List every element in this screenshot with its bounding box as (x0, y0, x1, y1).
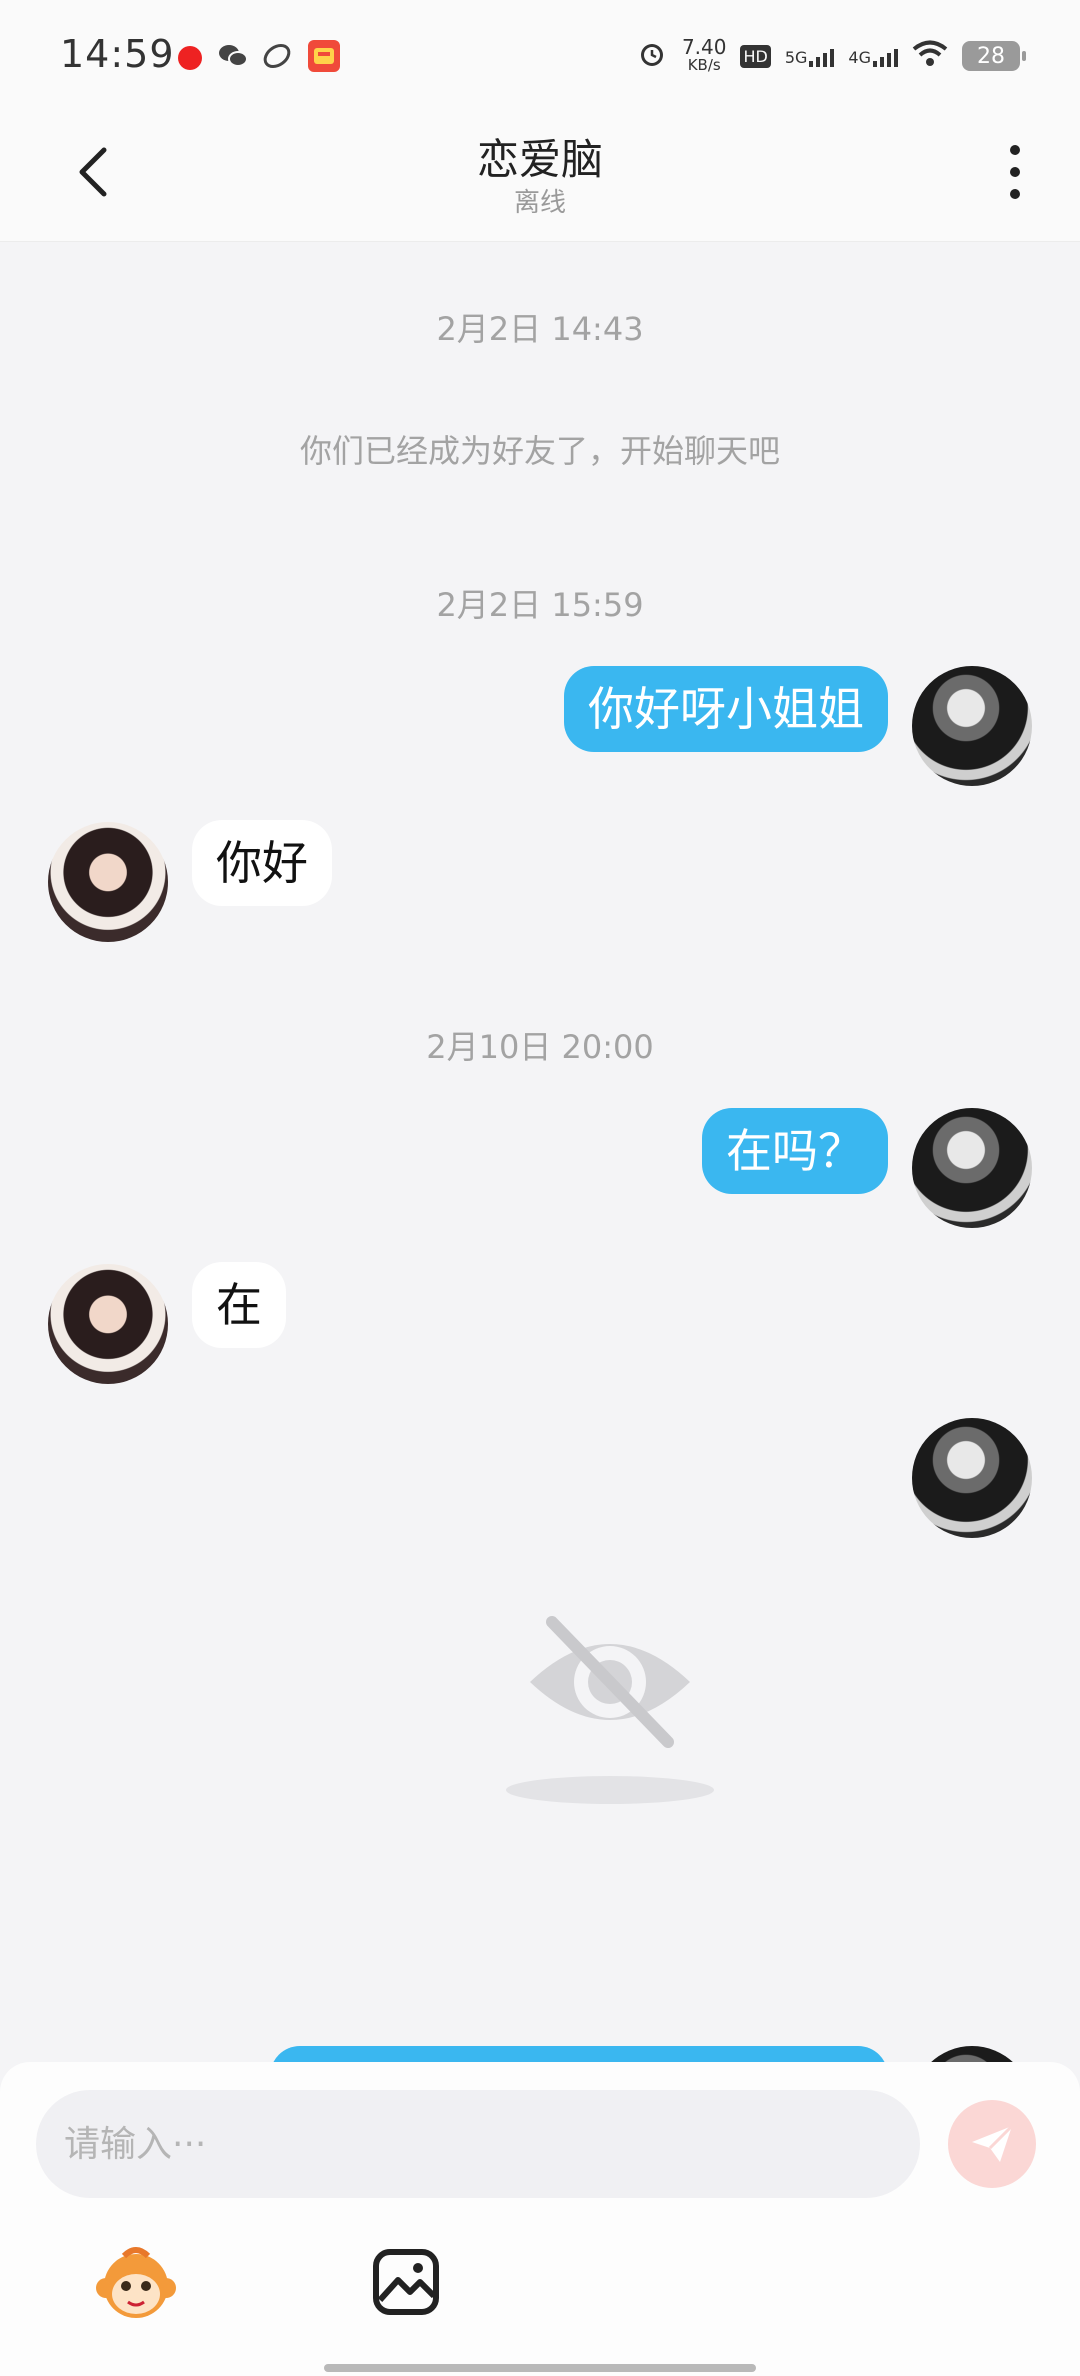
contact-avatar[interactable] (48, 1264, 168, 1384)
contact-avatar[interactable] (48, 822, 168, 942)
eye-off-icon (500, 1612, 720, 1812)
sim1-signal: 5G (785, 45, 835, 67)
net-speed-unit: KB/s (687, 56, 721, 74)
emoji-button[interactable] (94, 2242, 178, 2326)
status-bar: 14:59 7.40 KB/s HD 5G 4G 28 (0, 0, 1080, 112)
my-avatar[interactable] (912, 1418, 1032, 1538)
more-vertical-icon (1010, 145, 1020, 199)
contact-status: 离线 (513, 188, 566, 218)
message-bubble-incoming[interactable]: 你好 (192, 820, 332, 906)
wechat-icon (218, 42, 248, 70)
message-input[interactable] (36, 2090, 920, 2198)
system-message: 你们已经成为好友了，开始聊天吧 (299, 432, 780, 470)
chat-screen: 14:59 7.40 KB/s HD 5G 4G 28 恋爱脑 离线 2月2日 … (0, 0, 1080, 2376)
status-indicators: 7.40 KB/s HD 5G 4G 28 (636, 34, 1026, 78)
alarm-icon (636, 38, 668, 74)
composer (0, 2062, 1080, 2376)
notification-app-icon (178, 46, 202, 70)
contact-name: 恋爱脑 (476, 135, 603, 184)
my-avatar[interactable] (912, 1108, 1032, 1228)
battery-indicator: 28 (962, 41, 1026, 71)
chat-header: 恋爱脑 离线 (0, 112, 1080, 242)
hd-label: HD (740, 44, 771, 68)
monkey-emoji-icon (96, 2247, 176, 2318)
send-icon (972, 2124, 1014, 2162)
timestamp: 2月10日 20:00 (426, 1028, 654, 1066)
message-list[interactable]: 2月2日 14:43 你们已经成为好友了，开始聊天吧 2月2日 15:59 你好… (0, 242, 1080, 2062)
net-speed: 7.40 KB/s (681, 35, 727, 74)
app-icon (262, 42, 291, 70)
message-bubble-outgoing[interactable]: 在吗？ (702, 1108, 888, 1194)
status-time: 14:59 (60, 32, 175, 76)
message-bubble-outgoing[interactable] (270, 2046, 888, 2062)
hd-badge: HD (740, 44, 771, 68)
wifi-icon (912, 40, 948, 72)
my-avatar[interactable] (912, 666, 1032, 786)
calendar-app-icon (308, 40, 340, 72)
image-button[interactable] (370, 2246, 442, 2318)
timestamp: 2月2日 15:59 (436, 586, 644, 624)
my-avatar[interactable] (912, 2046, 1032, 2062)
send-button[interactable] (948, 2100, 1036, 2188)
net-speed-value: 7.40 (681, 35, 727, 59)
message-bubble-incoming[interactable]: 在 (192, 1262, 286, 1348)
sim1-label: 5G (784, 48, 808, 67)
home-indicator[interactable] (324, 2364, 756, 2372)
image-icon (373, 2249, 439, 2315)
sim2-signal: 4G (848, 45, 898, 67)
timestamp: 2月2日 14:43 (436, 310, 644, 348)
message-bubble-outgoing[interactable]: 你好呀小姐姐 (564, 666, 888, 752)
more-options-button[interactable] (990, 138, 1040, 208)
sim2-label: 4G (848, 48, 871, 67)
